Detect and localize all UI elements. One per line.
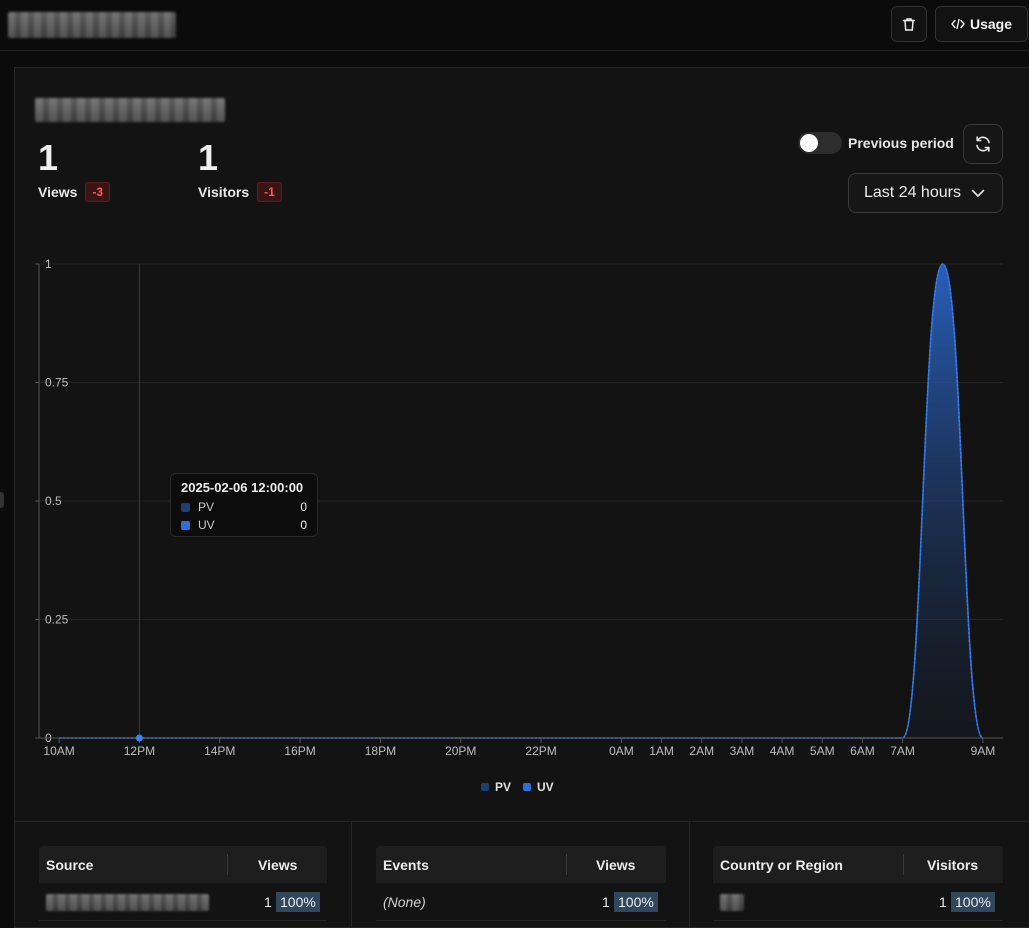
y-tick-label: 0.25 — [45, 613, 69, 627]
source-header-label[interactable]: Source — [46, 857, 93, 873]
x-tick-label: 20PM — [445, 744, 476, 758]
region-header-label[interactable]: Country or Region — [720, 857, 843, 873]
row-percent: 100% — [276, 891, 320, 912]
top-bar: Usage — [0, 0, 1029, 51]
flag-redacted — [720, 894, 744, 911]
x-tick-label: 12PM — [124, 744, 155, 758]
legend-item-uv[interactable]: UV — [523, 780, 554, 794]
x-tick-label: 2AM — [689, 744, 714, 758]
x-tick-label: 22PM — [525, 744, 556, 758]
column-separator — [566, 854, 567, 875]
table-row[interactable]: 1 100% — [713, 883, 1003, 921]
chart-legend: PV UV — [481, 780, 554, 794]
breakdown-tables: Source Views 1 100% Events Views (None) … — [15, 821, 1029, 928]
table-row[interactable]: (None) 1 100% — [376, 883, 666, 921]
x-tick-label: 1AM — [649, 744, 674, 758]
region-table-header: Country or Region Visitors — [713, 846, 1003, 883]
x-tick-label: 7AM — [890, 744, 915, 758]
tooltip-pv-label: PV — [198, 500, 215, 514]
usage-button-label: Usage — [969, 16, 1013, 32]
region-header-metric[interactable]: Visitors — [927, 857, 978, 873]
row-count: 1 — [602, 893, 610, 910]
tooltip-row-pv: PV 0 — [181, 498, 307, 516]
tooltip-pv-value: 0 — [300, 500, 307, 514]
y-tick-label: 0.5 — [45, 494, 62, 508]
x-tick-label: 14PM — [204, 744, 235, 758]
legend-uv-label: UV — [537, 780, 554, 794]
source-table: Source Views 1 100% — [39, 846, 327, 921]
x-tick-label: 0AM — [609, 744, 634, 758]
traffic-chart: 0 0.25 0.5 0.75 1 10AM 12PM 14PM 16PM 18PM 20PM 22P… — [35, 257, 1003, 758]
tooltip-uv-label: UV — [198, 518, 215, 532]
row-percent: 100% — [614, 891, 658, 912]
trash-icon — [902, 17, 916, 31]
row-percent: 100% — [951, 891, 995, 912]
legend-pv-label: PV — [495, 780, 512, 794]
y-tick-label: 1 — [45, 257, 52, 271]
events-table-header: Events Views — [376, 846, 666, 883]
x-tick-label: 10AM — [43, 744, 74, 758]
events-table: Events Views (None) 1 100% — [376, 846, 666, 921]
row-count: 1 — [939, 893, 947, 910]
events-column: Events Views (None) 1 100% — [352, 822, 690, 928]
pv-swatch — [181, 502, 190, 512]
legend-uv-swatch — [523, 783, 532, 791]
panel-edge-handle — [0, 492, 4, 508]
source-column: Source Views 1 100% — [15, 822, 352, 928]
source-table-header: Source Views — [39, 846, 327, 883]
chart-tooltip: 2025-02-06 12:00:00 PV 0 UV 0 — [170, 473, 318, 537]
code-icon — [951, 18, 965, 30]
x-tick-label: 6AM — [850, 744, 875, 758]
region-table: Country or Region Visitors 1 100% — [713, 846, 1003, 921]
x-tick-label: 5AM — [810, 744, 835, 758]
tooltip-row-uv: UV 0 — [181, 516, 307, 534]
x-tick-label: 3AM — [730, 744, 755, 758]
events-header-label[interactable]: Events — [383, 857, 429, 873]
source-name-redacted — [46, 894, 209, 911]
source-header-metric[interactable]: Views — [258, 857, 297, 873]
delete-button[interactable] — [891, 6, 927, 42]
x-tick-label: 16PM — [284, 744, 315, 758]
legend-item-pv[interactable]: PV — [481, 780, 511, 794]
x-tick-label: 9AM — [971, 744, 996, 758]
hover-point — [135, 734, 143, 742]
column-separator — [903, 854, 904, 875]
uv-swatch — [181, 520, 190, 530]
column-separator — [227, 854, 228, 875]
region-column: Country or Region Visitors 1 100% — [690, 822, 1029, 928]
x-tick-label: 4AM — [770, 744, 795, 758]
site-name-redacted — [8, 12, 176, 38]
y-tick-label: 0.75 — [45, 376, 69, 390]
event-name: (None) — [383, 893, 426, 910]
usage-button[interactable]: Usage — [935, 6, 1028, 42]
row-count: 1 — [264, 893, 272, 910]
tooltip-uv-value: 0 — [300, 518, 307, 532]
events-header-metric[interactable]: Views — [596, 857, 635, 873]
x-tick-label: 18PM — [365, 744, 396, 758]
legend-pv-swatch — [481, 783, 489, 791]
analytics-panel: 1 Views -3 1 Visitors -1 Previous period… — [14, 67, 1029, 928]
table-row[interactable]: 1 100% — [39, 883, 327, 921]
tooltip-title: 2025-02-06 12:00:00 — [181, 480, 304, 495]
